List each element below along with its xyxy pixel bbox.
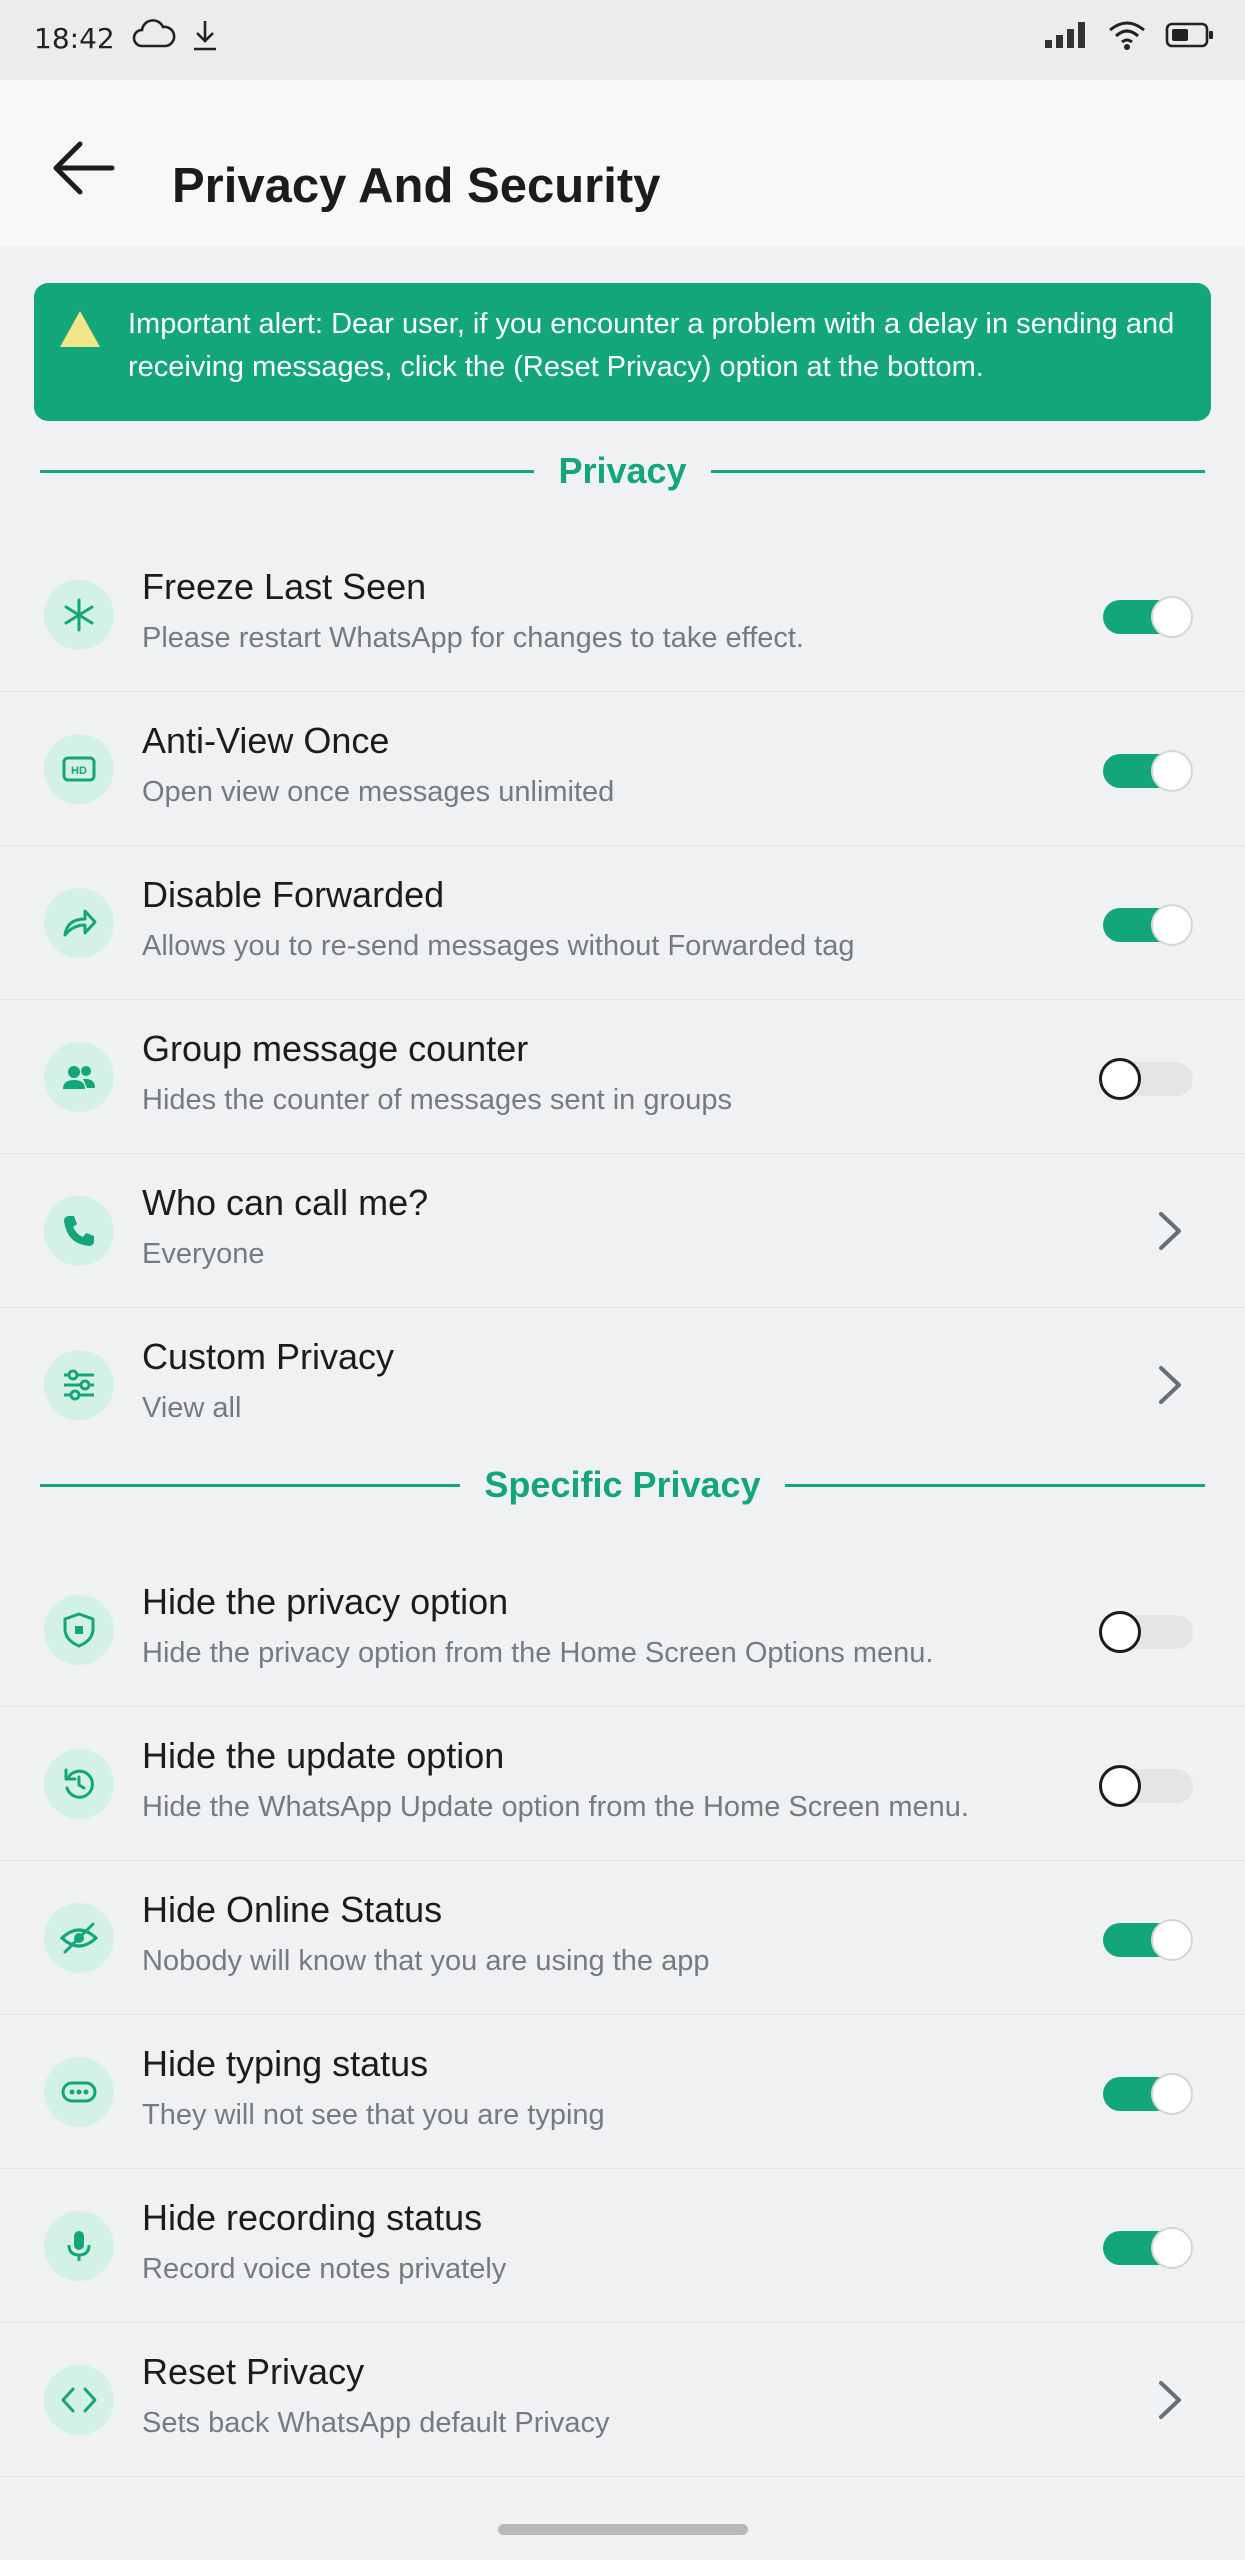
setting-hide-online-status[interactable]: Hide Online Status Nobody will know that… (0, 1861, 1245, 2015)
download-icon (190, 18, 220, 56)
setting-title: Disable Forwarded (142, 874, 445, 915)
setting-subtitle: Record voice notes privately (142, 2253, 507, 2285)
setting-subtitle: Open view once messages unlimited (142, 776, 615, 808)
sliders-icon (64, 1369, 94, 1401)
code-icon (61, 2387, 97, 2413)
setting-subtitle: Please restart WhatsApp for changes to t… (142, 622, 804, 654)
microphone-icon (67, 2231, 91, 2261)
section-label: Privacy (558, 450, 687, 491)
typing-icon (61, 2081, 97, 2103)
warning-icon (60, 311, 100, 347)
setting-subtitle: View all (142, 1392, 242, 1424)
setting-custom-privacy[interactable]: Custom Privacy View all (0, 1308, 1245, 1462)
section-header-privacy: Privacy (40, 446, 1206, 496)
status-bar: 18:42 (0, 0, 1245, 80)
alert-text: Important alert: Dear user, if you encou… (128, 308, 1175, 383)
group-message-counter-toggle[interactable] (1099, 1058, 1193, 1100)
signal-icon (1043, 18, 1089, 56)
hide-update-option-toggle[interactable] (1099, 1765, 1193, 1807)
disable-forwarded-toggle[interactable] (1103, 904, 1193, 946)
status-time: 18:42 (34, 22, 115, 55)
setting-title: Custom Privacy (142, 1336, 395, 1377)
anti-view-once-toggle[interactable] (1103, 750, 1193, 792)
setting-title: Anti-View Once (142, 720, 390, 761)
setting-title: Hide Online Status (142, 1889, 443, 1930)
hide-privacy-option-toggle[interactable] (1099, 1611, 1193, 1653)
setting-subtitle: Sets back WhatsApp default Privacy (142, 2407, 610, 2439)
setting-hide-recording-status[interactable]: Hide recording status Record voice notes… (0, 2169, 1245, 2323)
setting-title: Reset Privacy (142, 2351, 365, 2392)
setting-title: Who can call me? (142, 1182, 429, 1223)
setting-title: Hide the update option (142, 1735, 505, 1776)
hd-icon: HD (62, 756, 96, 782)
setting-anti-view-once[interactable]: HD Anti-View Once Open view once message… (0, 692, 1245, 846)
section-label: Specific Privacy (484, 1464, 761, 1505)
setting-group-message-counter[interactable]: Group message counter Hides the counter … (0, 1000, 1245, 1154)
freeze-icon (64, 598, 94, 632)
setting-title: Hide the privacy option (142, 1581, 509, 1622)
chevron-right-icon[interactable] (1149, 1206, 1189, 1256)
setting-title: Hide recording status (142, 2197, 483, 2238)
setting-disable-forwarded[interactable]: Disable Forwarded Allows you to re-send … (0, 846, 1245, 1000)
svg-text:HD: HD (71, 765, 87, 777)
setting-subtitle: They will not see that you are typing (142, 2099, 605, 2131)
shield-icon (63, 1612, 95, 1648)
freeze-last-seen-toggle[interactable] (1103, 596, 1193, 638)
setting-subtitle: Allows you to re-send messages without F… (142, 930, 855, 962)
hide-online-status-toggle[interactable] (1103, 1919, 1193, 1961)
home-indicator[interactable] (498, 2524, 748, 2535)
setting-title: Freeze Last Seen (142, 566, 427, 607)
setting-subtitle: Hides the counter of messages sent in gr… (142, 1084, 732, 1116)
setting-who-can-call-me[interactable]: Who can call me? Everyone (0, 1154, 1245, 1308)
app-bar: Privacy And Security (0, 80, 1245, 246)
back-button[interactable] (48, 130, 124, 206)
setting-title: Hide typing status (142, 2043, 429, 2084)
refresh-icon (64, 1768, 94, 1799)
setting-subtitle: Nobody will know that you are using the … (142, 1945, 710, 1977)
chevron-right-icon[interactable] (1149, 2375, 1189, 2425)
cloud-icon (132, 18, 176, 56)
setting-freeze-last-seen[interactable]: Freeze Last Seen Please restart WhatsApp… (0, 538, 1245, 692)
setting-hide-typing-status[interactable]: Hide typing status They will not see tha… (0, 2015, 1245, 2169)
group-icon (63, 1066, 95, 1089)
hide-typing-status-toggle[interactable] (1103, 2073, 1193, 2115)
section-header-specific-privacy: Specific Privacy (40, 1460, 1206, 1510)
setting-reset-privacy[interactable]: Reset Privacy Sets back WhatsApp default… (0, 2323, 1245, 2477)
wifi-icon (1107, 18, 1147, 56)
setting-subtitle: Hide the privacy option from the Home Sc… (142, 1637, 934, 1669)
eye-off-icon (59, 1922, 99, 1954)
battery-icon (1165, 20, 1215, 54)
setting-title: Group message counter (142, 1028, 529, 1069)
phone-icon (64, 1216, 94, 1246)
forward-icon (63, 909, 97, 937)
setting-hide-update-option[interactable]: Hide the update option Hide the WhatsApp… (0, 1707, 1245, 1861)
setting-subtitle: Hide the WhatsApp Update option from the… (142, 1791, 969, 1823)
chevron-right-icon[interactable] (1149, 1360, 1189, 1410)
hide-recording-status-toggle[interactable] (1103, 2227, 1193, 2269)
setting-subtitle: Everyone (142, 1238, 265, 1270)
alert-banner: Important alert: Dear user, if you encou… (34, 283, 1211, 421)
arrow-left-icon (53, 141, 115, 195)
setting-hide-privacy-option[interactable]: Hide the privacy option Hide the privacy… (0, 1553, 1245, 1707)
page-title: Privacy And Security (172, 159, 661, 213)
